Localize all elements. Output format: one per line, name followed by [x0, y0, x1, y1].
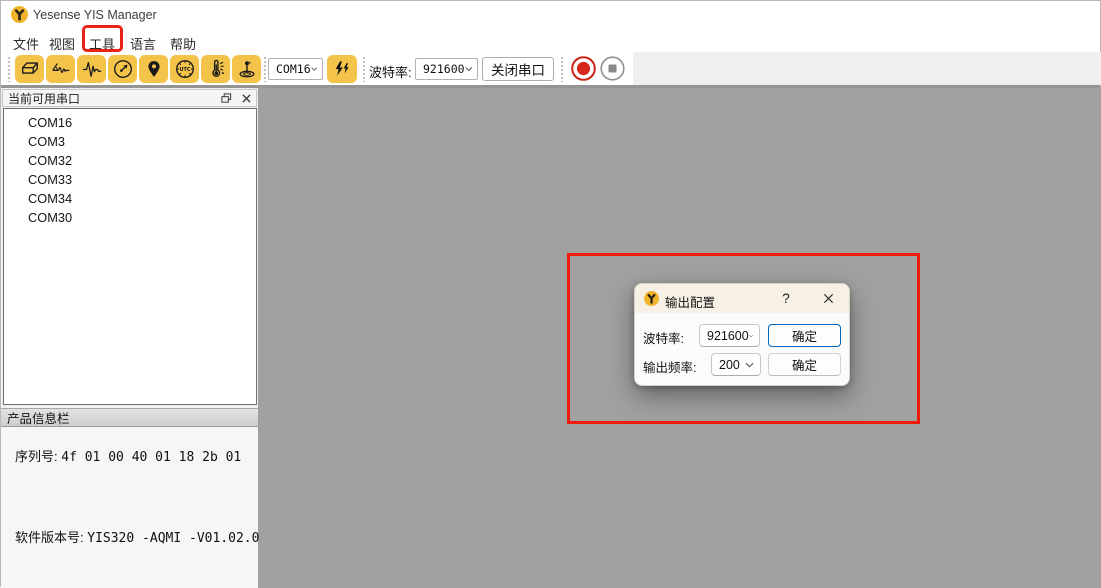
port-list-item[interactable]: COM34: [4, 189, 256, 208]
dialog-close-button[interactable]: [815, 288, 841, 309]
port-select-value: COM16: [276, 62, 311, 76]
toolbar: UTC COM16 波特率: 921600: [1, 52, 1100, 85]
tool-button-location[interactable]: [139, 55, 168, 83]
app-logo-icon: [644, 291, 659, 306]
product-info-panel: 序列号: 4f 01 00 40 01 18 2b 01 软件版本号: YIS3…: [1, 427, 258, 588]
serial-number-label: 序列号:: [15, 449, 58, 464]
serial-port-dock: 当前可用串口 COM16 COM3 COM32 COM33 COM34 COM3…: [1, 88, 259, 588]
port-list-item[interactable]: COM32: [4, 151, 256, 170]
software-version-label: 软件版本号:: [15, 530, 84, 545]
float-window-icon: [221, 93, 232, 104]
dialog-freq-ok-button[interactable]: 确定: [768, 353, 841, 376]
port-list-item[interactable]: COM30: [4, 208, 256, 227]
software-version-value: YIS320 -AQMI -V01.02.03;: [87, 531, 275, 546]
serial-number-value: 4f 01 00 40 01 18 2b 01: [61, 450, 241, 465]
thermometer-icon: [205, 58, 227, 80]
dialog-freq-label: 输出频率:: [643, 357, 696, 376]
port-list-item[interactable]: COM33: [4, 170, 256, 189]
location-pin-icon: [144, 58, 164, 80]
dialog-help-button[interactable]: ?: [775, 288, 797, 309]
output-config-dialog: 输出配置 ? 波特率: 921600 确定 输出频率: 200 确定: [634, 283, 850, 386]
close-icon: [242, 94, 251, 103]
software-version-line: 软件版本号: YIS320 -AQMI -V01.02.03;: [15, 527, 275, 546]
chevron-down-icon: [745, 362, 754, 368]
title-bar: Yesense YIS Manager: [1, 1, 1100, 28]
dialog-freq-value: 200: [719, 358, 740, 372]
app-window: { "window": { "title": "Yesense YIS Mana…: [0, 0, 1101, 587]
svg-text:UTC: UTC: [179, 67, 190, 73]
dialog-baud-label: 波特率:: [643, 328, 684, 347]
gauge-icon: [112, 58, 134, 80]
product-info-title: 产品信息栏: [1, 408, 70, 427]
dock-header: 当前可用串口: [2, 89, 257, 107]
chevron-down-icon: [749, 333, 753, 339]
baud-rate-select[interactable]: 921600: [415, 58, 478, 80]
window-title: Yesense YIS Manager: [33, 8, 157, 22]
available-ports-list: COM16 COM3 COM32 COM33 COM34 COM30: [3, 108, 257, 405]
baud-rate-value: 921600: [423, 62, 465, 76]
port-select[interactable]: COM16: [268, 58, 323, 80]
product-info-header: 产品信息栏: [1, 408, 258, 427]
angle-wave-icon: [50, 59, 72, 79]
tool-button-gauge[interactable]: [108, 55, 137, 83]
stop-icon: [599, 55, 626, 82]
chevron-down-icon: [311, 66, 317, 72]
tool-button-temperature[interactable]: [201, 55, 230, 83]
close-serial-port-button[interactable]: 关闭串口: [482, 57, 554, 81]
joystick-icon: [236, 58, 258, 80]
toolbar-grip[interactable]: [560, 56, 565, 82]
tool-button-utc-time[interactable]: UTC: [170, 55, 199, 83]
dialog-title: 输出配置: [665, 292, 715, 311]
port-list-item[interactable]: COM3: [4, 132, 256, 151]
toolbar-filler: [633, 52, 1101, 85]
dock-title: 当前可用串口: [3, 90, 216, 107]
toolbar-grip[interactable]: [362, 56, 367, 82]
dialog-baud-value: 921600: [707, 329, 749, 343]
port-list-item[interactable]: COM16: [4, 113, 256, 132]
dialog-title-bar[interactable]: 输出配置 ?: [635, 284, 849, 313]
tool-button-raw-plot[interactable]: [77, 55, 106, 83]
app-logo-icon: [11, 6, 28, 23]
tool-button-3d-view[interactable]: [15, 55, 44, 83]
dialog-freq-select[interactable]: 200: [711, 353, 761, 376]
close-icon: [823, 293, 834, 304]
utc-clock-icon: UTC: [174, 58, 196, 80]
stop-button[interactable]: [599, 55, 626, 82]
serial-number-line: 序列号: 4f 01 00 40 01 18 2b 01: [15, 446, 241, 465]
toolbar-grip[interactable]: [7, 56, 12, 82]
record-button[interactable]: [570, 55, 597, 82]
dialog-baud-select[interactable]: 921600: [699, 324, 760, 347]
waveform-icon: [81, 59, 103, 79]
dock-close-button[interactable]: [236, 90, 256, 106]
dialog-baud-ok-button[interactable]: 确定: [768, 324, 841, 347]
cube-3d-icon: [19, 59, 41, 79]
record-icon: [570, 55, 597, 82]
tool-button-magnetic[interactable]: [232, 55, 261, 83]
lightning-refresh-icon: [332, 59, 352, 79]
dock-float-button[interactable]: [216, 90, 236, 106]
tool-button-angle-plot[interactable]: [46, 55, 75, 83]
menu-bar: 文件 视图 工具 语言 帮助: [1, 28, 1100, 52]
baud-rate-label: 波特率:: [369, 62, 412, 81]
refresh-ports-button[interactable]: [327, 55, 357, 83]
chevron-down-icon: [465, 66, 472, 72]
